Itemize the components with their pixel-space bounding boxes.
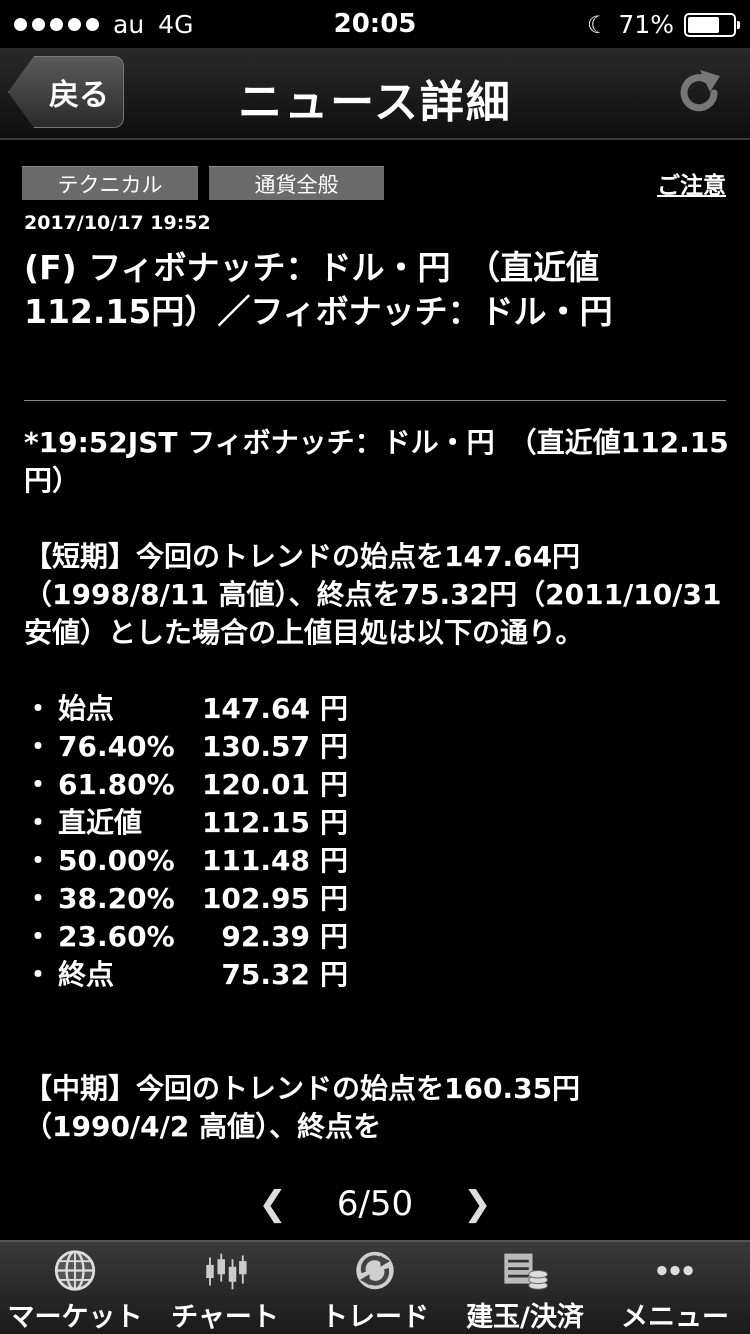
headline-divider	[24, 400, 726, 401]
bullet-dot: ・	[24, 692, 53, 725]
fibonacci-levels-list: ・始点 147.64 円・ 76.40% 130.57 円・ 61.80% 120.01 円・直…	[24, 690, 734, 994]
previous-article-chevron-icon[interactable]: ❮	[258, 1184, 287, 1224]
bullet-dot: ・	[24, 730, 53, 763]
tab-label-chart: チャート	[171, 1302, 279, 1333]
level-value: 112.15	[201, 806, 310, 839]
bullet-dot: ・	[24, 958, 53, 991]
tab-label-menu: メニュー	[621, 1302, 729, 1333]
navigation-bar: 戻る ニュース詳細	[0, 48, 750, 140]
battery-icon	[684, 12, 740, 37]
bullet-dot: ・	[24, 768, 53, 801]
candlestick-chart-icon	[206, 1253, 247, 1290]
battery-percent: 71%	[618, 10, 674, 39]
article-pager: ❮ 6/50 ❯	[0, 1170, 750, 1238]
tab-label-market: マーケット	[7, 1302, 143, 1333]
bullet-dot: ・	[24, 844, 53, 877]
mid-term-paragraph: 【中期】今回のトレンドの始点を160.35円（1990/4/2 高値）、終点を	[24, 1072, 581, 1143]
level-label: 61.80%	[58, 768, 175, 801]
level-unit: 円	[320, 806, 349, 839]
tab-chart[interactable]: チャート	[150, 1242, 300, 1334]
bullet-dot: ・	[24, 806, 53, 839]
tab-bar: マーケット チャート トレード 建玉/決済 メニュー	[0, 1240, 750, 1334]
category-tag-technical: テクニカル	[22, 166, 198, 200]
tab-label-trade: トレード	[321, 1302, 429, 1333]
level-unit: 円	[320, 730, 349, 763]
article-lead: *19:52JST フィボナッチ：ドル・円 （直近値112.15円）	[24, 426, 729, 497]
level-value: 111.48	[201, 844, 310, 877]
fibonacci-level-row: ・直近値 112.15 円	[24, 804, 734, 842]
level-unit: 円	[320, 768, 349, 801]
category-tag-currency: 通貨全般	[209, 166, 384, 200]
article-content[interactable]: テクニカル 通貨全般 ご注意 2017/10/17 19:52 (F) フィボナ…	[0, 142, 750, 1170]
fibonacci-level-row: ・始点 147.64 円	[24, 690, 734, 728]
trade-exchange-icon	[356, 1251, 394, 1290]
fibonacci-level-row: ・終点 75.32 円	[24, 956, 734, 994]
bullet-dot: ・	[24, 920, 53, 953]
next-article-chevron-icon[interactable]: ❯	[463, 1184, 492, 1224]
status-right: ☾ 71%	[586, 10, 740, 39]
position-coins-icon	[504, 1253, 548, 1290]
do-not-disturb-moon-icon: ☾	[586, 10, 609, 39]
fibonacci-level-row: ・ 23.60% 92.39 円	[24, 918, 734, 956]
tab-menu[interactable]: メニュー	[600, 1242, 750, 1334]
level-label: 始点	[58, 692, 115, 725]
short-term-paragraph: 【短期】今回のトレンドの始点を147.64円（1998/8/11 高値）、終点を…	[24, 540, 722, 649]
level-unit: 円	[320, 920, 349, 953]
article-body: *19:52JST フィボナッチ：ドル・円 （直近値112.15円） 【短期】今…	[24, 424, 734, 1146]
fibonacci-level-row: ・ 38.20% 102.95 円	[24, 880, 734, 918]
level-unit: 円	[320, 882, 349, 915]
notice-link[interactable]: ご注意	[657, 166, 726, 200]
level-value: 75.32	[221, 958, 310, 991]
article-date: 2017/10/17 19:52	[24, 212, 211, 234]
level-label: 23.60%	[58, 920, 175, 953]
level-label: 終点	[58, 958, 115, 991]
battery-fill	[688, 16, 720, 33]
level-value: 102.95	[201, 882, 310, 915]
level-unit: 円	[320, 844, 349, 877]
level-value: 120.01	[201, 768, 310, 801]
level-label: 50.00%	[58, 844, 175, 877]
level-label: 38.20%	[58, 882, 175, 915]
level-value: 130.57	[201, 730, 310, 763]
tab-positions[interactable]: 建玉/決済	[450, 1242, 600, 1334]
level-unit: 円	[320, 692, 349, 725]
fibonacci-level-row: ・ 76.40% 130.57 円	[24, 728, 734, 766]
level-label: 直近値	[58, 806, 143, 839]
globe-icon	[54, 1250, 96, 1291]
tab-market[interactable]: マーケット	[0, 1242, 150, 1334]
fibonacci-level-row: ・ 61.80% 120.01 円	[24, 766, 734, 804]
tab-label-positions: 建玉/決済	[466, 1302, 584, 1333]
level-label: 76.40%	[58, 730, 175, 763]
more-dots-icon	[657, 1265, 693, 1276]
page-title: ニュース詳細	[238, 77, 512, 128]
bullet-dot: ・	[24, 882, 53, 915]
tab-trade[interactable]: トレード	[300, 1242, 450, 1334]
refresh-icon[interactable]	[674, 68, 724, 118]
level-value: 147.64	[201, 692, 310, 725]
level-unit: 円	[320, 958, 349, 991]
level-value: 92.39	[221, 920, 310, 953]
news-detail-screen: au 4G 20:05 ☾ 71% 戻る ニュース詳細 テクニカル 通貨全般 ご…	[0, 0, 750, 1334]
fibonacci-level-row: ・ 50.00% 111.48 円	[24, 842, 734, 880]
article-headline: (F) フィボナッチ：ドル・円 （直近値112.15円）／フィボナッチ：ドル・円	[24, 248, 613, 331]
pager-position: 6/50	[336, 1184, 414, 1224]
status-bar: au 4G 20:05 ☾ 71%	[0, 0, 750, 48]
